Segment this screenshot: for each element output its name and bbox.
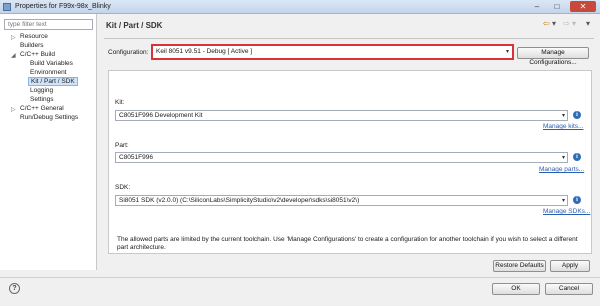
chevron-down-icon: ▾: [561, 198, 565, 204]
configuration-value: Keil 8051 v9.51 - Debug [ Active ]: [156, 48, 253, 55]
header-divider: [104, 38, 594, 39]
main-panel: Kit / Part / SDK ⇦ ▾ ⇨ ▾ ▾ Configuration…: [98, 14, 600, 272]
manage-configurations-button[interactable]: Manage Configurations...: [517, 47, 589, 66]
sidebar-item-kit-part-sdk[interactable]: Kit / Part / SDK: [28, 77, 78, 86]
chevron-down-icon: ▾: [561, 155, 565, 161]
collapse-icon[interactable]: ◢: [11, 52, 16, 59]
configuration-label: Configuration:: [108, 49, 149, 56]
forward-arrow-icon[interactable]: ⇨: [563, 19, 570, 28]
expand-icon[interactable]: ▷: [11, 106, 16, 113]
restore-defaults-button[interactable]: Restore Defaults: [493, 260, 546, 272]
sidebar-item-cpp-general[interactable]: C/C++ General: [20, 105, 64, 112]
manage-sdks-link[interactable]: Manage SDKs...: [543, 208, 590, 215]
cancel-button[interactable]: Cancel: [545, 283, 593, 295]
minimize-button[interactable]: –: [528, 1, 546, 12]
kit-select[interactable]: C8051F996 Development Kit ▾: [115, 110, 568, 121]
manage-parts-link[interactable]: Manage parts...: [539, 166, 584, 173]
forward-menu-icon[interactable]: ▾: [572, 19, 576, 28]
info-icon[interactable]: i: [573, 111, 581, 119]
expand-icon[interactable]: ▷: [11, 34, 16, 41]
sidebar-item-resource[interactable]: Resource: [20, 33, 48, 40]
manage-kits-link[interactable]: Manage kits...: [543, 123, 583, 130]
kit-value: C8051F996 Development Kit: [119, 112, 203, 119]
toolchain-note: The allowed parts are limited by the cur…: [117, 236, 578, 251]
help-icon[interactable]: ?: [9, 283, 20, 294]
configuration-select[interactable]: Keil 8051 v9.51 - Debug [ Active ] ▾: [151, 44, 514, 60]
back-menu-icon[interactable]: ▾: [552, 19, 556, 28]
sidebar-item-cpp-build[interactable]: C/C++ Build: [20, 51, 55, 58]
sidebar-item-run-debug-settings[interactable]: Run/Debug Settings: [20, 114, 78, 121]
ok-button[interactable]: OK: [492, 283, 540, 295]
back-arrow-icon[interactable]: ⇦: [543, 19, 550, 28]
maximize-button[interactable]: □: [548, 1, 566, 12]
sdk-label: SDK:: [115, 184, 131, 191]
chevron-down-icon: ▾: [561, 113, 565, 119]
part-label: Part:: [115, 142, 129, 149]
info-icon[interactable]: i: [573, 196, 581, 204]
settings-panel: Kit: C8051F996 Development Kit ▾ i Manag…: [108, 70, 592, 254]
sidebar-item-settings[interactable]: Settings: [30, 96, 54, 103]
sdk-select[interactable]: Si8051 SDK (v2.0.0) (C:\SiliconLabs\Simp…: [115, 195, 568, 206]
page-title: Kit / Part / SDK: [106, 21, 163, 30]
part-value: C8051F996: [119, 154, 153, 161]
sdk-value: Si8051 SDK (v2.0.0) (C:\SiliconLabs\Simp…: [119, 197, 360, 204]
kit-label: Kit:: [115, 99, 125, 106]
title-bar: Properties for F99x-98x_Blinky – □ ✕: [0, 0, 600, 14]
sidebar-item-environment[interactable]: Environment: [30, 69, 67, 76]
chevron-down-icon: ▾: [505, 49, 509, 55]
filter-input[interactable]: [4, 19, 93, 30]
footer-divider: [0, 277, 600, 278]
apply-button[interactable]: Apply: [550, 260, 590, 272]
sidebar-item-builders[interactable]: Builders: [20, 42, 43, 49]
view-menu-icon[interactable]: ▾: [586, 19, 590, 28]
part-select[interactable]: C8051F996 ▾: [115, 152, 568, 163]
close-button[interactable]: ✕: [570, 1, 596, 12]
sidebar: ▷ Resource Builders ◢ C/C++ Build Build …: [0, 14, 97, 270]
sidebar-item-logging[interactable]: Logging: [30, 87, 53, 94]
sidebar-item-build-variables[interactable]: Build Variables: [30, 60, 73, 67]
info-icon[interactable]: i: [573, 153, 581, 161]
window-title: Properties for F99x-98x_Blinky: [15, 3, 111, 10]
window-icon: [3, 3, 11, 11]
